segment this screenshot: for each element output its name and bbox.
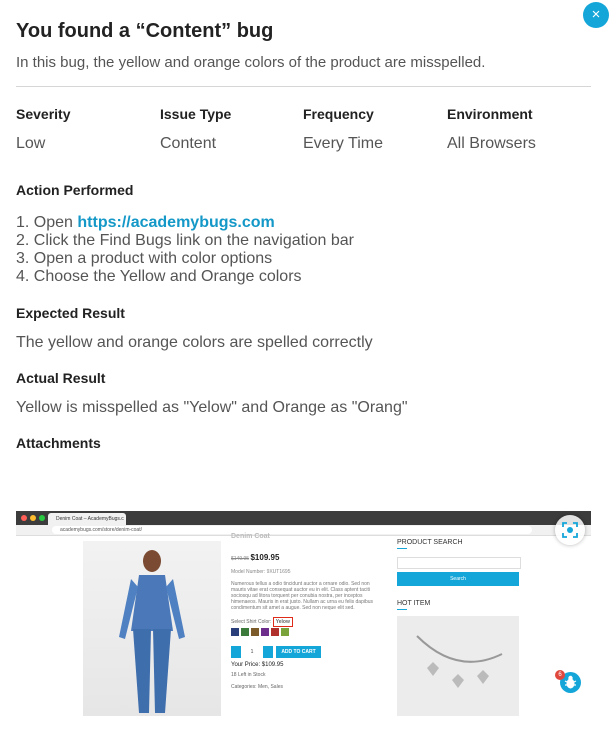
search-button[interactable]: Search: [397, 572, 519, 586]
list-item: 3. Open a product with color options: [16, 250, 354, 268]
qty-plus-button[interactable]: [263, 646, 273, 658]
swatch-purple[interactable]: [261, 628, 269, 636]
meta-environment: Environment All Browsers: [447, 106, 536, 153]
steps-list: 1. Open https://academybugs.com 2. Click…: [16, 214, 354, 286]
selected-color: Yelow: [272, 617, 293, 627]
your-price: Your Price: $109.95: [231, 662, 284, 668]
meta-issue-type: Issue Type Content: [160, 106, 231, 153]
add-to-cart-button[interactable]: ADD TO CART: [276, 646, 321, 658]
swatch-brown[interactable]: [251, 628, 259, 636]
step-text: Click the Find Bugs link on the navigati…: [33, 232, 354, 249]
cart-controls: 1 ADD TO CART: [231, 646, 391, 658]
meta-label: Frequency: [303, 106, 374, 122]
list-item: 1. Open https://academybugs.com: [16, 214, 354, 232]
notification-badge: 6: [555, 670, 565, 680]
meta-value: Low: [16, 135, 46, 152]
list-item: 4. Choose the Yellow and Orange colors: [16, 268, 354, 286]
hot-item-heading: HOT ITEM: [397, 600, 431, 607]
step-number: 3.: [16, 250, 30, 267]
browser-tab: Denim Coat – AcademyBugs.c: [48, 513, 126, 525]
swatch-navy[interactable]: [231, 628, 239, 636]
bug-description: In this bug, the yellow and orange color…: [16, 54, 486, 71]
attachments-heading: Attachments: [16, 435, 101, 451]
window-close-dot: [21, 515, 27, 521]
step-number: 4.: [16, 268, 30, 285]
screenshot-page: Denim Coat $149.95 $109.95 Model Number:…: [16, 533, 591, 716]
meta-label: Severity: [16, 106, 71, 122]
close-button[interactable]: ×: [583, 2, 609, 28]
window-min-dot: [30, 515, 36, 521]
meta-value: Content: [160, 135, 217, 152]
qty-minus-button[interactable]: [231, 646, 241, 658]
heading-underline: [397, 609, 407, 610]
categories: Categories: Men, Sales: [231, 684, 283, 690]
color-label: Select Shirt Color:: [231, 619, 272, 625]
model-number: Model Number: 9XUT1695: [231, 569, 291, 575]
search-input[interactable]: [397, 557, 521, 569]
product-photo: [83, 541, 221, 716]
heading-underline: [397, 548, 407, 549]
meta-severity: Severity Low: [16, 106, 70, 153]
page-title: You found a “Content” bug: [16, 20, 274, 42]
qty-input[interactable]: 1: [243, 646, 261, 658]
swatch-green[interactable]: [241, 628, 249, 636]
step-number: 1.: [16, 214, 30, 231]
browser-tabbar: Denim Coat – AcademyBugs.c: [16, 511, 591, 525]
meta-label: Environment: [447, 106, 533, 122]
divider: [16, 86, 591, 87]
old-price: $149.95: [231, 556, 250, 562]
meta-label: Issue Type: [160, 106, 232, 122]
product-title: Denim Coat: [231, 533, 270, 540]
step-number: 2.: [16, 232, 30, 249]
action-heading: Action Performed: [16, 182, 134, 198]
meta-frequency: Frequency Every Time: [303, 106, 383, 153]
expected-heading: Expected Result: [16, 305, 125, 321]
expected-text: The yellow and orange colors are spelled…: [16, 334, 373, 351]
product-details: Denim Coat $149.95 $109.95 Model Number:…: [231, 533, 391, 716]
window-max-dot: [39, 515, 45, 521]
actual-text: Yellow is misspelled as "Yelow" and Oran…: [16, 399, 408, 416]
swatch-lime[interactable]: [281, 628, 289, 636]
actual-heading: Actual Result: [16, 370, 106, 386]
attachment-screenshot[interactable]: Denim Coat – AcademyBugs.c academybugs.c…: [16, 511, 591, 716]
price: $109.95: [250, 553, 280, 562]
hot-item-image[interactable]: [397, 616, 519, 716]
step-text: Open a product with color options: [33, 250, 273, 267]
meta-value: Every Time: [303, 135, 384, 152]
stock-count: 18 Left in Stock: [231, 672, 266, 678]
meta-value: All Browsers: [447, 135, 536, 152]
product-description: Numerous tellus a odio tincidunt auctor …: [231, 581, 374, 611]
academybugs-link[interactable]: https://academybugs.com: [77, 214, 274, 231]
color-swatches[interactable]: [231, 628, 391, 638]
capture-icon[interactable]: [555, 515, 585, 545]
search-heading: PRODUCT SEARCH: [397, 539, 463, 546]
swatch-red[interactable]: [271, 628, 279, 636]
list-item: 2. Click the Find Bugs link on the navig…: [16, 232, 354, 250]
screenshot-sidebar: PRODUCT SEARCH Search HOT ITEM: [397, 536, 521, 716]
step-text: Choose the Yellow and Orange colors: [33, 268, 302, 285]
step-text: Open: [33, 214, 78, 231]
